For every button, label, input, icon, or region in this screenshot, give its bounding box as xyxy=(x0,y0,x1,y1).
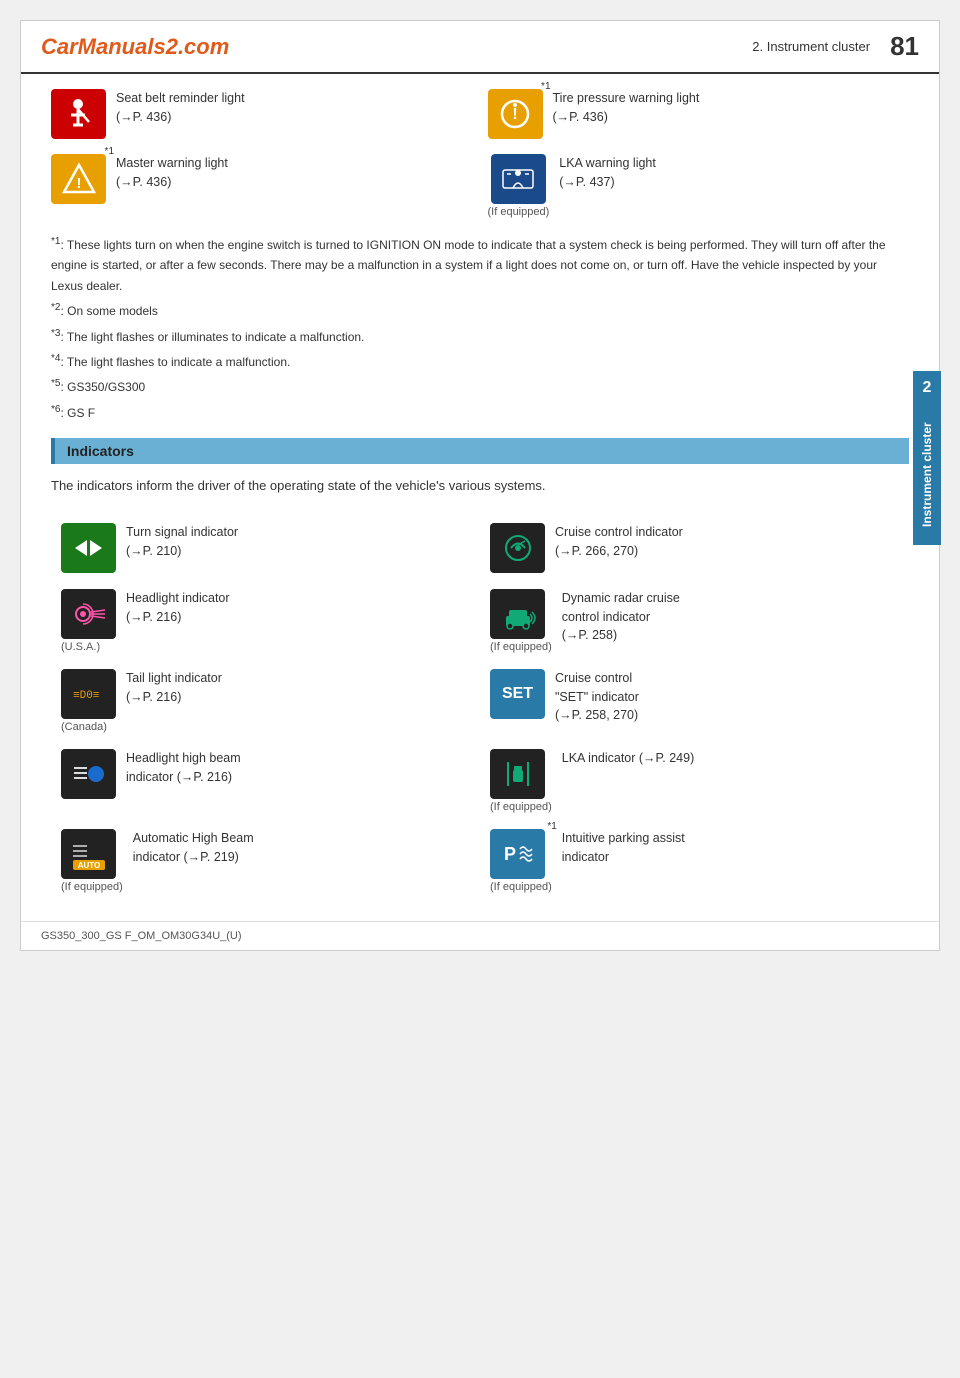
indicator-auto-high-beam: AUTO (If equipped) Automatic High Beamin… xyxy=(51,821,480,901)
svg-text:AUTO: AUTO xyxy=(77,861,100,870)
auto-high-beam-label: Automatic High Beamindicator (→P. 219) xyxy=(133,829,254,867)
side-tab-container: 2 Instrument cluster xyxy=(913,371,941,545)
superscript-tire: *1 xyxy=(541,81,550,92)
footer: GS350_300_GS F_OM_OM30G34U_(U) xyxy=(21,921,939,950)
main-content: Seat belt reminder light(→P. 436) *1 ! T… xyxy=(21,74,939,921)
logo: CarManuals2.com xyxy=(41,34,229,60)
set-text: SET xyxy=(502,685,533,703)
indicator-dynamic-radar: (If equipped) Dynamic radar cruisecontro… xyxy=(480,581,909,661)
note-1: *1: These lights turn on when the engine… xyxy=(51,233,909,296)
seat-belt-icon xyxy=(51,89,106,139)
note-4: *4: The light flashes to indicate a malf… xyxy=(51,350,909,372)
lka-indicator-label: LKA indicator (→P. 249) xyxy=(562,749,694,768)
indicator-lka: (If equipped) LKA indicator (→P. 249) xyxy=(480,741,909,821)
note-2: *2: On some models xyxy=(51,299,909,321)
note-5: *5: GS350/GS300 xyxy=(51,375,909,397)
superscript-master: *1 xyxy=(105,146,114,157)
indicators-heading: Indicators xyxy=(51,438,909,464)
indicator-cruise-set: SET Cruise control"SET" indicator(→P. 25… xyxy=(480,661,909,741)
master-warning-label: Master warning light(→P. 436) xyxy=(116,154,228,192)
warning-light-seat-belt: Seat belt reminder light(→P. 436) xyxy=(51,89,473,139)
cruise-set-icon: SET xyxy=(490,669,545,719)
auto-high-beam-sub-label: (If equipped) xyxy=(61,881,123,893)
lka-warning-label: LKA warning light(→P. 437) xyxy=(559,154,656,192)
headlight-sub-label: (U.S.A.) xyxy=(61,641,100,653)
turn-signal-icon xyxy=(61,523,116,573)
dynamic-radar-sub-label: (If equipped) xyxy=(490,641,552,653)
indicators-grid: Turn signal indicator(→P. 210) Cruise co… xyxy=(51,515,909,901)
tail-light-icon: ≡D0≡ xyxy=(61,669,116,719)
turn-signal-label: Turn signal indicator(→P. 210) xyxy=(126,523,238,561)
header-right: 2. Instrument cluster 81 xyxy=(752,31,919,62)
page: CarManuals2.com 2. Instrument cluster 81 xyxy=(20,20,940,951)
dynamic-radar-icon xyxy=(490,589,545,639)
warning-light-lka: (If equipped) LKA warning light(→P. 437) xyxy=(488,154,910,218)
lka-sub-label: (If equipped) xyxy=(488,206,550,218)
svg-text:P: P xyxy=(504,844,516,864)
parking-assist-icon: P xyxy=(490,829,545,879)
lka-indicator-icon xyxy=(490,749,545,799)
page-header: CarManuals2.com 2. Instrument cluster 81 xyxy=(21,21,939,74)
footer-text: GS350_300_GS F_OM_OM30G34U_(U) xyxy=(41,930,242,942)
indicator-headlight: (U.S.A.) Headlight indicator(→P. 216) xyxy=(51,581,480,661)
lka-warning-icon xyxy=(491,154,546,204)
indicator-turn-signal: Turn signal indicator(→P. 210) xyxy=(51,515,480,581)
headlight-indicator-icon xyxy=(61,589,116,639)
indicator-parking-assist: *1 P (If equipped) Intuitive parking xyxy=(480,821,909,901)
headlight-high-beam-label: Headlight high beamindicator (→P. 216) xyxy=(126,749,241,787)
chapter-label: 2. Instrument cluster xyxy=(752,39,870,54)
tail-light-sub-label: (Canada) xyxy=(61,721,107,733)
cruise-control-label: Cruise control indicator(→P. 266, 270) xyxy=(555,523,683,561)
indicator-cruise-control: Cruise control indicator(→P. 266, 270) xyxy=(480,515,909,581)
svg-text:!: ! xyxy=(76,175,81,192)
note-6: *6: GS F xyxy=(51,401,909,423)
indicator-headlight-high-beam: Headlight high beamindicator (→P. 216) xyxy=(51,741,480,821)
headlight-high-beam-icon xyxy=(61,749,116,799)
side-label: Instrument cluster xyxy=(913,405,941,545)
svg-text:≡D0≡: ≡D0≡ xyxy=(73,690,99,702)
tail-light-label: Tail light indicator(→P. 216) xyxy=(126,669,222,707)
indicator-tail-light: ≡D0≡ (Canada) Tail light indicator(→P. 2… xyxy=(51,661,480,741)
seat-belt-label: Seat belt reminder light(→P. 436) xyxy=(116,89,245,127)
notes-section: *1: These lights turn on when the engine… xyxy=(51,233,909,423)
parking-superscript: *1 xyxy=(547,821,556,832)
indicators-intro: The indicators inform the driver of the … xyxy=(51,476,909,497)
cruise-set-label: Cruise control"SET" indicator(→P. 258, 2… xyxy=(555,669,639,725)
auto-high-beam-icon: AUTO xyxy=(61,829,116,879)
note-3: *3: The light flashes or illuminates to … xyxy=(51,325,909,347)
page-number: 81 xyxy=(890,31,919,62)
side-number: 2 xyxy=(913,371,941,405)
tire-pressure-label: Tire pressure warning light(→P. 436) xyxy=(553,89,700,127)
dynamic-radar-label: Dynamic radar cruisecontrol indicator(→P… xyxy=(562,589,680,645)
warning-light-master: *1 ! Master warning light(→P. 436) xyxy=(51,154,473,218)
svg-text:!: ! xyxy=(512,106,517,123)
warning-light-tire-pressure: *1 ! Tire pressure warning light(→P. 436… xyxy=(488,89,910,139)
cruise-control-icon xyxy=(490,523,545,573)
parking-assist-label: Intuitive parking assistindicator xyxy=(562,829,685,867)
parking-assist-sub-label: (If equipped) xyxy=(490,881,552,893)
lka-indicator-sub-label: (If equipped) xyxy=(490,801,552,813)
warning-lights-grid: Seat belt reminder light(→P. 436) *1 ! T… xyxy=(51,89,909,218)
headlight-label: Headlight indicator(→P. 216) xyxy=(126,589,230,627)
master-warning-icon: *1 ! xyxy=(51,154,106,204)
tire-pressure-icon: *1 ! xyxy=(488,89,543,139)
